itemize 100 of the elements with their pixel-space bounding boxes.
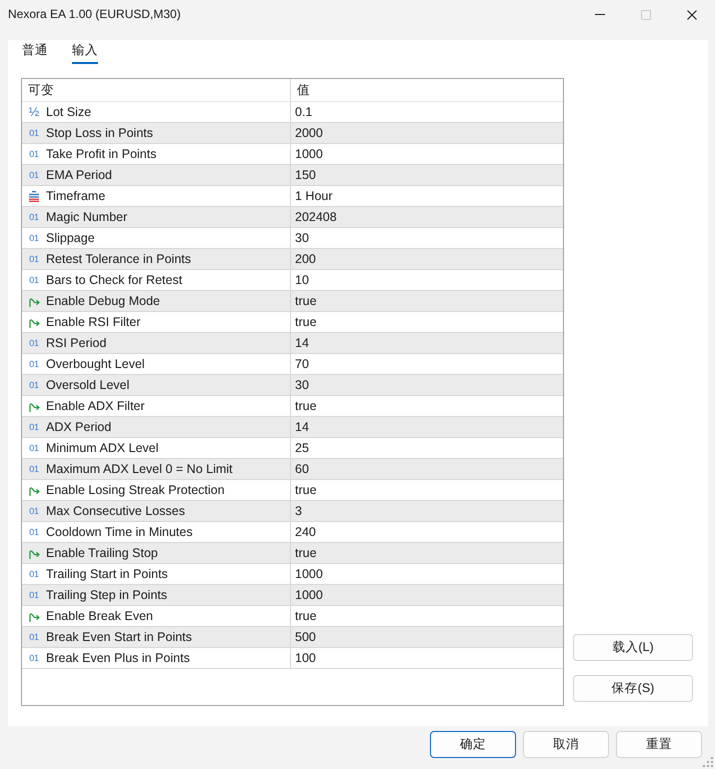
parameter-value: 1 Hour (295, 188, 333, 204)
parameter-row[interactable]: 01 Maximum ADX Level 0 = No Limit 60 (22, 459, 563, 480)
parameter-name: Overbought Level (46, 356, 145, 372)
integer-type-icon: 01 (27, 506, 41, 516)
cancel-button[interactable]: 取消 (523, 731, 609, 758)
parameter-value: 14 (295, 336, 309, 350)
parameter-value: true (295, 608, 317, 624)
parameter-value: 500 (295, 630, 316, 644)
integer-type-icon: 01 (27, 442, 41, 454)
fraction-type-icon: ½ (27, 104, 41, 120)
parameter-value: 0.1 (295, 104, 312, 120)
parameter-row[interactable]: Enable Trailing Stop true (22, 543, 563, 564)
parameter-row[interactable]: 01 Retest Tolerance in Points 200 (22, 249, 563, 270)
parameter-row[interactable]: 01 Break Even Plus in Points 100 (22, 648, 563, 669)
parameter-row[interactable]: 01 Stop Loss in Points 2000 (22, 123, 563, 144)
save-button[interactable]: 保存(S) (573, 675, 693, 702)
integer-type-icon: 01 (27, 590, 41, 600)
parameter-name: Break Even Start in Points (46, 630, 192, 644)
column-header: 可变 (28, 82, 54, 98)
parameter-name: Take Profit in Points (46, 146, 156, 162)
integer-type-icon: 01 (27, 128, 41, 138)
branch-arrow-icon (28, 548, 40, 558)
integer-type-icon: 01 (27, 338, 41, 348)
integer-type-icon: 01 (27, 274, 41, 286)
parameter-row[interactable]: 01 EMA Period 150 (22, 165, 563, 186)
parameter-value: 30 (295, 378, 309, 392)
parameter-name: Timeframe (46, 188, 106, 204)
resize-grip-icon (703, 757, 713, 767)
integer-type-icon: 01 (27, 422, 41, 432)
parameter-value: true (295, 294, 317, 308)
parameter-row[interactable]: 01 RSI Period 14 (22, 333, 563, 354)
branch-arrow-icon (28, 400, 40, 412)
ok-button[interactable]: 确定 (430, 731, 516, 758)
tab[interactable]: 输入 (72, 40, 98, 64)
parameter-name: Stop Loss in Points (46, 126, 154, 140)
parameter-row[interactable]: 01 Max Consecutive Losses 3 (22, 501, 563, 522)
integer-type-icon: 01 (27, 212, 41, 222)
parameter-name: Enable Debug Mode (46, 294, 160, 308)
parameter-name: RSI Period (46, 336, 106, 350)
parameter-value: 1000 (295, 146, 323, 162)
integer-type-icon: 01 (27, 254, 41, 264)
parameter-value: 25 (295, 440, 309, 456)
integer-type-icon: 01 (27, 652, 41, 664)
window-title: Nexora EA 1.00 (EURUSD,M30) (7, 7, 182, 22)
parameter-value: true (295, 398, 317, 414)
parameter-row[interactable]: 01 Break Even Start in Points 500 (22, 627, 563, 648)
parameter-name: Retest Tolerance in Points (46, 252, 191, 266)
load-button[interactable]: 载入(L) (573, 634, 693, 661)
parameter-value: 202408 (295, 210, 337, 224)
parameter-name: Enable Break Even (46, 608, 154, 624)
parameter-row[interactable]: Enable Debug Mode true (22, 291, 563, 312)
integer-type-icon: 01 (27, 170, 41, 180)
parameter-name: ADX Period (46, 420, 112, 434)
parameter-name: Break Even Plus in Points (46, 650, 190, 666)
integer-type-icon: 01 (27, 358, 41, 370)
parameter-name: Bars to Check for Retest (46, 272, 182, 288)
parameter-name: Trailing Start in Points (46, 566, 168, 582)
parameter-name: Maximum ADX Level 0 = No Limit (46, 462, 233, 476)
parameter-value: 2000 (295, 126, 323, 140)
integer-type-icon: 01 (27, 568, 41, 580)
parameter-name: Max Consecutive Losses (46, 504, 185, 518)
integer-type-icon: 01 (27, 464, 41, 474)
parameter-name: Lot Size (46, 104, 92, 120)
parameter-name: Cooldown Time in Minutes (46, 524, 193, 540)
parameter-name: Enable Trailing Stop (46, 546, 158, 560)
parameter-value: 1000 (295, 588, 323, 602)
integer-type-icon: 01 (27, 526, 41, 538)
branch-arrow-icon (28, 610, 40, 622)
parameter-name: EMA Period (46, 168, 112, 182)
parameter-value: 14 (295, 420, 309, 434)
parameter-value: true (295, 546, 317, 560)
parameter-name: Oversold Level (46, 378, 130, 392)
integer-type-icon: 01 (27, 380, 41, 390)
parameter-value: 30 (295, 230, 309, 246)
parameter-value: 10 (295, 272, 309, 288)
parameter-row[interactable]: 01 Oversold Level 30 (22, 375, 563, 396)
list-lines-icon (29, 190, 39, 202)
parameter-value: 100 (295, 650, 316, 666)
parameter-row[interactable]: 01 Trailing Step in Points 1000 (22, 585, 563, 606)
column-header: 值 (297, 82, 310, 98)
parameter-value: 1000 (295, 566, 323, 582)
branch-arrow-icon (28, 484, 40, 496)
tab[interactable]: 普通 (22, 40, 48, 64)
parameter-row[interactable]: 01 ADX Period 14 (22, 417, 563, 438)
parameter-name: Slippage (46, 230, 95, 246)
parameter-value: true (295, 314, 317, 330)
reset-button[interactable]: 重置 (616, 731, 702, 758)
parameter-name: Enable ADX Filter (46, 398, 145, 414)
parameter-value: 3 (295, 504, 302, 518)
parameter-name: Minimum ADX Level (46, 440, 159, 456)
branch-arrow-icon (28, 296, 40, 306)
parameter-value: 60 (295, 462, 309, 476)
parameter-name: Magic Number (46, 210, 128, 224)
integer-type-icon: 01 (27, 148, 41, 160)
parameter-value: 70 (295, 356, 309, 372)
integer-type-icon: 01 (27, 632, 41, 642)
parameter-row[interactable]: 01 Magic Number 202408 (22, 207, 563, 228)
parameter-name: Enable RSI Filter (46, 314, 140, 330)
parameter-value: 240 (295, 524, 316, 540)
parameter-name: Enable Losing Streak Protection (46, 482, 225, 498)
